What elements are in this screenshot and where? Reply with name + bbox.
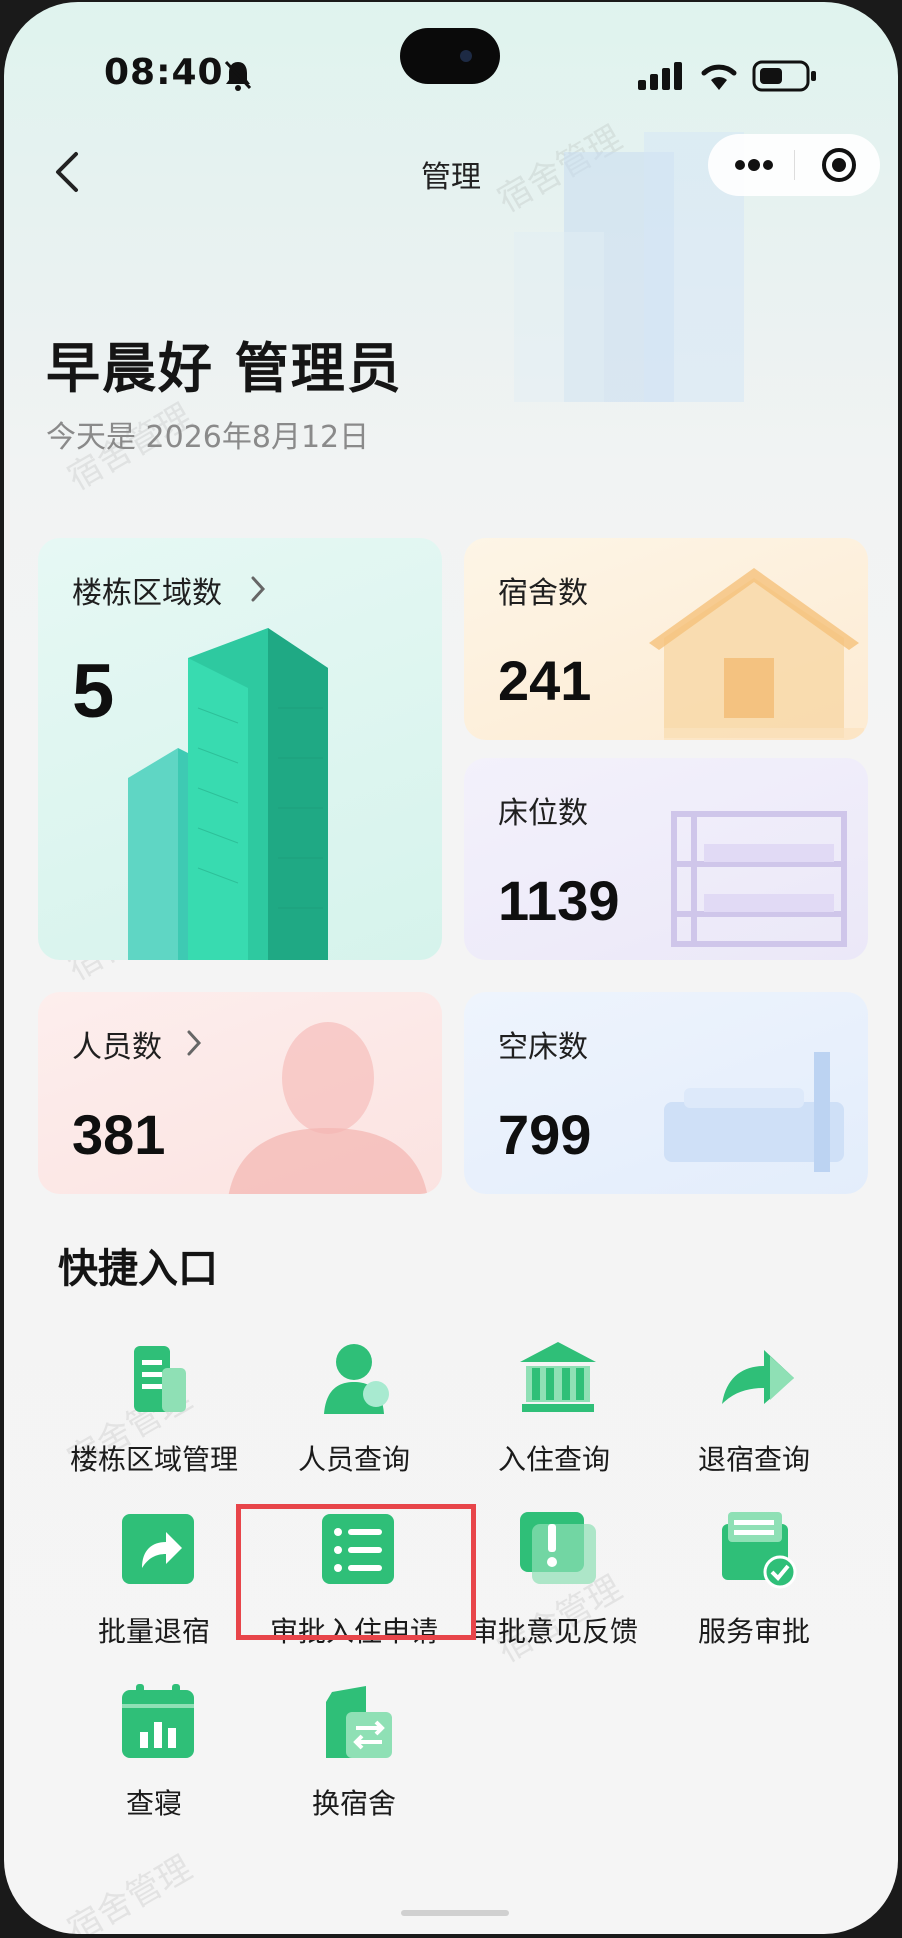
- stat-card-dorms[interactable]: 宿舍数 241: [464, 538, 868, 740]
- stat-value: 1139: [498, 869, 620, 932]
- watermark: 宿舍管理: [60, 1848, 199, 1934]
- stat-label: 楼栋区域数: [72, 576, 222, 611]
- stat-value: 241: [498, 649, 592, 712]
- mini-program-capsule: [708, 134, 880, 196]
- stat-value: 381: [72, 1103, 166, 1166]
- section-title-quick: 快捷入口: [58, 1246, 218, 1292]
- person-illustration: [228, 1022, 428, 1194]
- building-illustration: [128, 628, 328, 960]
- stat-label: 空床数: [498, 1030, 588, 1065]
- highlight-box: [236, 1504, 476, 1640]
- signal-icon: [638, 62, 682, 90]
- status-time: 08:40: [104, 52, 224, 93]
- stat-card-beds[interactable]: 床位数 1139: [464, 758, 868, 960]
- bunk-bed-illustration: [671, 811, 847, 947]
- stat-label: 床位数: [498, 796, 588, 831]
- house-illustration: [649, 568, 864, 740]
- chevron-right-icon: [187, 1030, 202, 1056]
- share-arrow-icon: [122, 1514, 194, 1584]
- swap-icon: [326, 1686, 392, 1758]
- person-search-icon: [324, 1344, 389, 1414]
- bank-icon: [520, 1342, 596, 1412]
- building-icon: [134, 1346, 186, 1412]
- stat-value: 799: [498, 1103, 592, 1166]
- camera-cutout: [400, 28, 500, 84]
- stat-card-buildings[interactable]: 楼栋区域数 5: [38, 538, 442, 960]
- forward-arrow-icon: [722, 1350, 794, 1404]
- close-miniprogram-icon[interactable]: [820, 146, 858, 184]
- bed-illustration: [664, 1052, 844, 1172]
- battery-icon: [752, 60, 816, 92]
- stat-card-empty-beds[interactable]: 空床数 799: [464, 992, 868, 1194]
- greeting-title: 早晨好 管理员: [46, 337, 403, 400]
- quick-item-label: 换宿舍: [311, 1787, 396, 1820]
- quick-item-label: 退宿查询: [697, 1443, 810, 1476]
- stat-label: 人员数: [72, 1030, 162, 1065]
- calendar-chart-icon: [122, 1684, 194, 1758]
- stat-card-people[interactable]: 人员数 381: [38, 992, 442, 1194]
- stat-value: 5: [72, 649, 115, 734]
- capsule-divider: [794, 150, 795, 180]
- wifi-icon: [701, 64, 737, 90]
- quick-item-label: 服务审批: [697, 1615, 810, 1648]
- chevron-right-icon: [251, 576, 266, 602]
- more-icon[interactable]: [734, 152, 774, 178]
- home-indicator: [401, 1910, 509, 1916]
- alert-icon: [520, 1512, 596, 1584]
- phone-screen: 宿舍管理 宿舍管理 宿舍管理 宿舍管理 宿舍管理 宿舍管理 宿舍管理 宿舍管理 …: [4, 2, 898, 1934]
- stat-label: 宿舍数: [498, 576, 588, 611]
- bell-muted-icon: [224, 60, 252, 91]
- greeting-date: 今天是 2026年8月12日: [46, 420, 370, 455]
- doc-check-icon: [722, 1512, 797, 1589]
